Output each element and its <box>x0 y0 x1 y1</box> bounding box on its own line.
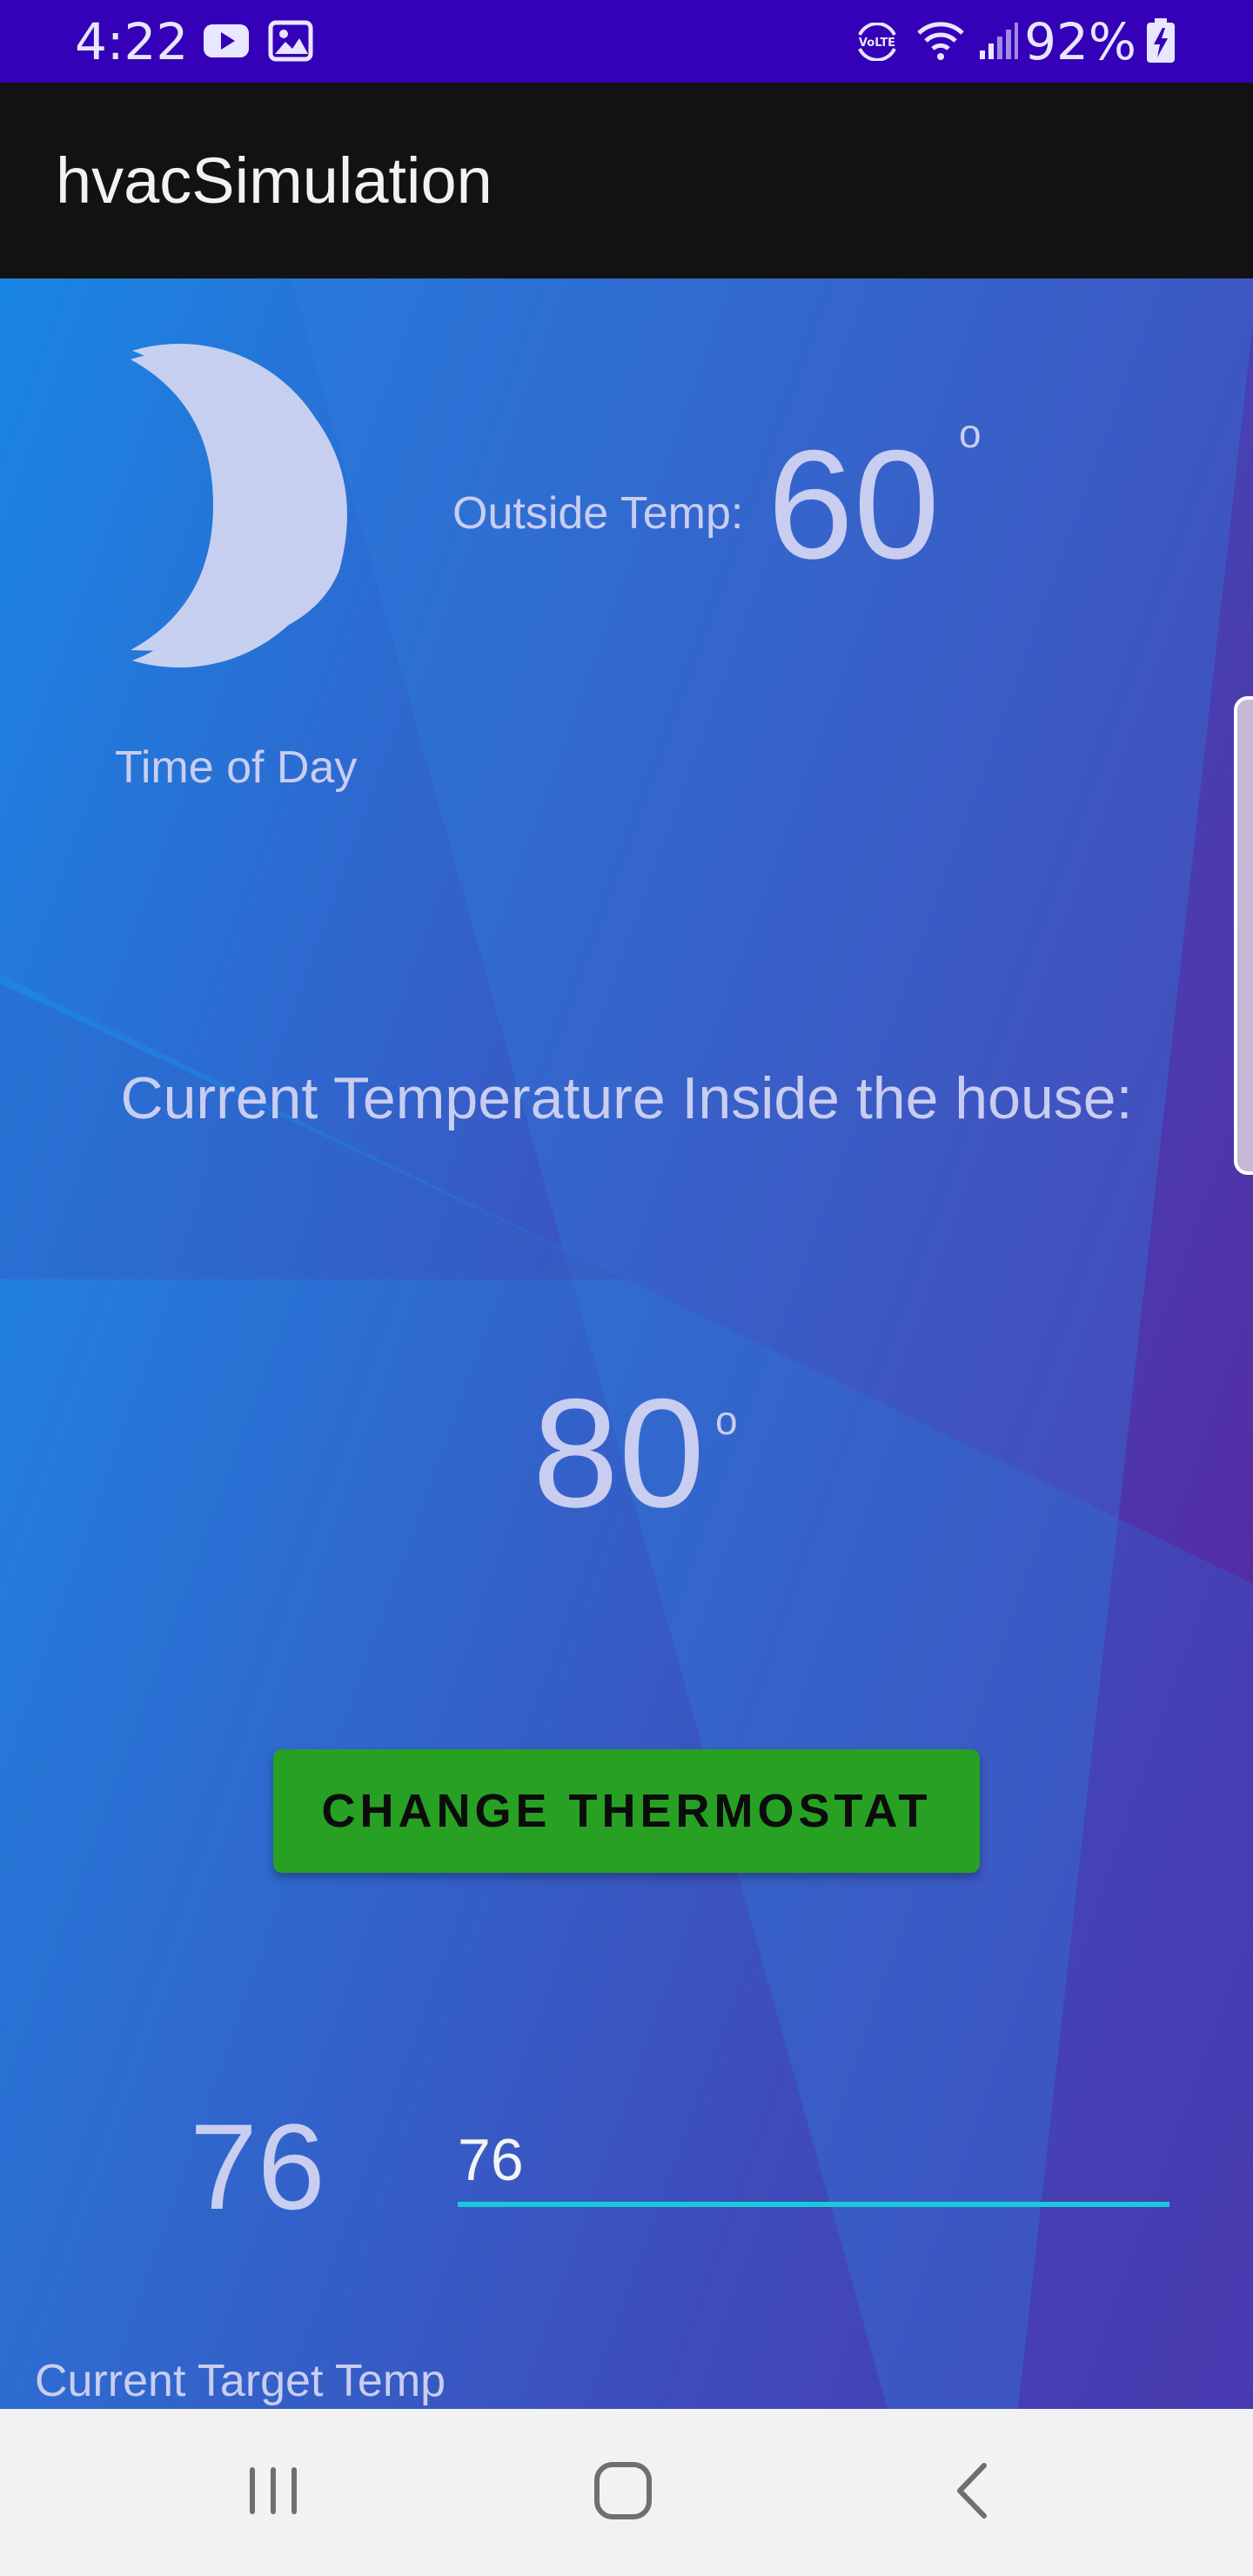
outside-temp-value: 60 <box>767 418 940 591</box>
current-target-temp-value: 76 <box>190 2098 325 2235</box>
target-temp-input[interactable] <box>458 2123 1169 2207</box>
screen: 4:22 VoLTE 92% hvacSimulation Time of Da… <box>0 0 1253 2576</box>
svg-text:VoLTE: VoLTE <box>859 37 895 50</box>
main-content: Time of Day Outside Temp: 60 o Current T… <box>0 278 1253 2409</box>
edge-panel-handle[interactable] <box>1234 696 1253 1175</box>
volte-icon: VoLTE <box>854 22 900 66</box>
outside-degree-symbol: o <box>959 411 982 456</box>
back-icon <box>951 2460 995 2526</box>
home-icon <box>592 2459 654 2526</box>
youtube-icon <box>202 19 251 63</box>
wifi-icon <box>915 19 966 63</box>
back-button[interactable] <box>868 2409 1077 2576</box>
battery-charging-icon <box>1145 17 1176 63</box>
home-button[interactable] <box>519 2409 727 2576</box>
time-of-day-label: Time of Day <box>115 742 358 793</box>
inside-temp-heading: Current Temperature Inside the house: <box>120 1065 1133 1131</box>
recent-apps-icon <box>245 2462 302 2524</box>
outside-temp-label: Outside Temp: <box>452 488 744 539</box>
inside-temp-value: 80 <box>533 1366 705 1540</box>
status-time: 4:22 <box>75 12 189 71</box>
app-bar: hvacSimulation <box>0 83 1253 278</box>
inside-degree-symbol: o <box>715 1398 738 1443</box>
navigation-bar <box>0 2409 1253 2576</box>
gallery-icon <box>268 19 313 63</box>
recent-apps-button[interactable] <box>169 2409 378 2576</box>
change-thermostat-button[interactable]: CHANGE THERMOSTAT <box>273 1749 980 1873</box>
battery-percent: 92% <box>1024 12 1136 71</box>
current-target-temp-label: Current Target Temp <box>35 2356 446 2406</box>
status-bar: 4:22 VoLTE 92% <box>0 0 1253 83</box>
signal-icon <box>978 19 1020 63</box>
app-title: hvacSimulation <box>56 144 492 217</box>
moon-icon <box>131 344 376 667</box>
